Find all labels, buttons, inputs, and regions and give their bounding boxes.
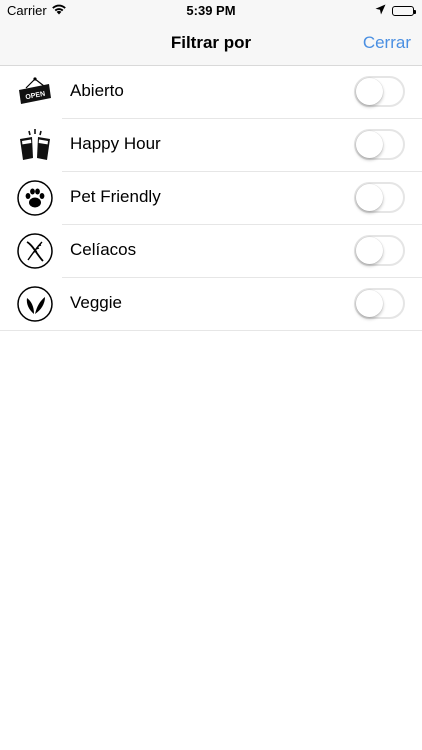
filter-row-veggie: Veggie xyxy=(0,278,422,331)
page-title: Filtrar por xyxy=(170,33,252,52)
toggle-knob xyxy=(356,131,383,158)
celiacos-toggle[interactable] xyxy=(354,235,405,266)
status-right-group xyxy=(375,3,416,18)
abierto-toggle[interactable] xyxy=(354,76,405,107)
veggie-toggle[interactable] xyxy=(354,288,405,319)
filter-row-abierto: OPEN Abierto xyxy=(0,66,422,119)
gluten-free-icon xyxy=(17,233,53,269)
filter-label: Celíacos xyxy=(70,240,137,259)
cheers-glasses-icon xyxy=(17,127,53,163)
close-button[interactable]: Cerrar xyxy=(363,33,411,53)
filter-row-pet-friendly: Pet Friendly xyxy=(0,172,422,225)
happy-hour-toggle[interactable] xyxy=(354,129,405,160)
pet-friendly-toggle[interactable] xyxy=(354,182,405,213)
filter-label: Pet Friendly xyxy=(70,187,161,206)
filter-row-happy-hour: Happy Hour xyxy=(0,119,422,172)
battery-icon xyxy=(392,5,416,16)
filter-screen: Carrier 5:39 PM Filtrar por Cerrar OPEN … xyxy=(0,0,422,750)
toggle-knob xyxy=(356,78,383,105)
toggle-knob xyxy=(356,290,383,317)
leaf-icon xyxy=(17,286,53,322)
filter-row-celiacos: Celíacos xyxy=(0,225,422,278)
status-time: 5:39 PM xyxy=(186,3,236,18)
filter-label: Happy Hour xyxy=(70,134,161,153)
open-sign-icon: OPEN xyxy=(17,74,53,110)
location-arrow-icon xyxy=(375,3,386,18)
toggle-knob xyxy=(356,184,383,211)
filter-label: Veggie xyxy=(70,293,122,312)
paw-icon xyxy=(17,180,53,216)
status-bar: Carrier 5:39 PM xyxy=(0,0,422,22)
filter-label: Abierto xyxy=(70,81,124,100)
filter-list: OPEN Abierto Happy Hour Pet Friendly Cel… xyxy=(0,66,422,331)
nav-bar: Filtrar por Cerrar xyxy=(0,22,422,66)
toggle-knob xyxy=(356,237,383,264)
